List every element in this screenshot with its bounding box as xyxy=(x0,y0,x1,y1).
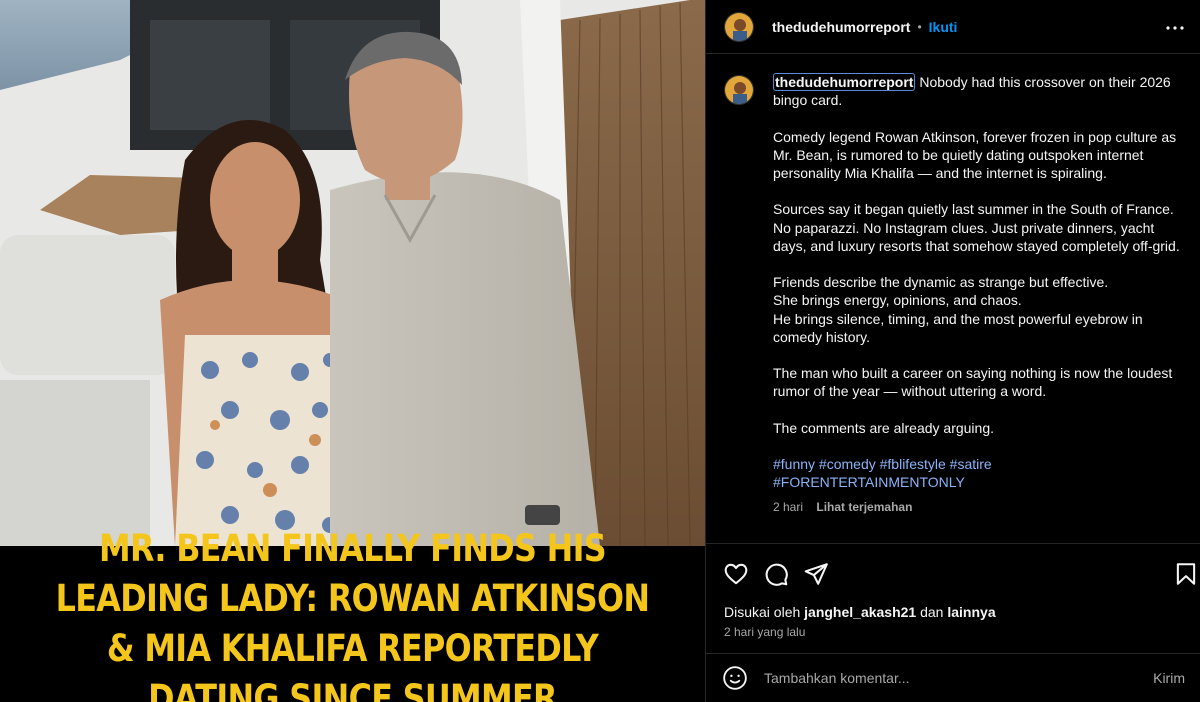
post-comment-button[interactable]: Kirim xyxy=(1153,670,1185,686)
action-bar: Disukai oleh janghel_akash21 dan lainnya… xyxy=(706,543,1200,653)
likes-others-link[interactable]: lainnya xyxy=(947,604,995,620)
comment-bar: Kirim xyxy=(706,653,1200,702)
avatar-image xyxy=(725,12,753,41)
post-panel: thedudehumorreport • Ikuti thedudehumorr… xyxy=(705,0,1200,702)
caption-paragraph: Sources say it began quietly last summer… xyxy=(773,201,1180,254)
comment-icon[interactable] xyxy=(763,561,789,587)
share-icon-svg xyxy=(804,563,828,585)
likes-and: dan xyxy=(920,604,944,620)
post-timestamp: 2 hari yang lalu xyxy=(724,625,806,639)
caption-meta: 2 hari Lihat terjemahan xyxy=(773,498,1185,516)
hashtag-links[interactable]: #funny #comedy #fblifestyle #satire #FOR… xyxy=(773,455,1185,491)
follow-button[interactable]: Ikuti xyxy=(929,19,958,35)
comment-icon-svg xyxy=(765,563,788,586)
caption-avatar-image xyxy=(725,76,753,104)
headline-banner: MR. BEAN FINALLY FINDS HIS LEADING LADY:… xyxy=(0,527,705,702)
heart-icon[interactable] xyxy=(723,561,749,587)
separator-dot: • xyxy=(917,19,922,34)
caption-avatar[interactable] xyxy=(724,75,754,105)
caption-paragraph: Friends describe the dynamic as strange … xyxy=(773,274,1109,291)
caption-username[interactable]: thedudehumorreport xyxy=(773,73,916,91)
comment-input[interactable] xyxy=(764,670,1154,686)
likes-summary: Disukai oleh janghel_akash21 dan lainnya xyxy=(724,604,996,620)
post-media[interactable]: MR. BEAN FINALLY FINDS HIS LEADING LADY:… xyxy=(0,0,705,702)
emoji-smile-icon[interactable] xyxy=(722,665,748,691)
likes-prefix: Disukai oleh xyxy=(724,604,801,620)
heart-icon-svg xyxy=(724,563,748,585)
header-username[interactable]: thedudehumorreport xyxy=(772,19,910,35)
more-horizontal-icon-svg xyxy=(1166,26,1184,30)
avatar[interactable] xyxy=(724,11,754,42)
caption-area: thedudehumorreport Nobody had this cross… xyxy=(706,55,1200,543)
headline-text: MR. BEAN FINALLY FINDS HIS LEADING LADY:… xyxy=(55,527,650,702)
caption-first-paragraph: thedudehumorreport Nobody had this cross… xyxy=(773,73,1185,109)
bookmark-icon-svg xyxy=(1176,563,1196,585)
post-header: thedudehumorreport • Ikuti xyxy=(706,0,1200,54)
see-translation-link[interactable]: Lihat terjemahan xyxy=(816,500,912,514)
post-photo xyxy=(0,0,705,546)
bookmark-icon[interactable] xyxy=(1173,561,1199,587)
emoji-smile-icon-svg xyxy=(723,666,747,690)
liked-by-user-link[interactable]: janghel_akash21 xyxy=(804,604,916,620)
more-horizontal-icon[interactable] xyxy=(1163,16,1187,45)
caption-paragraph: The man who built a career on saying not… xyxy=(773,365,1173,400)
share-icon[interactable] xyxy=(803,561,829,587)
caption-body: thedudehumorreport Nobody had this cross… xyxy=(773,73,1185,516)
caption-paragraph: The comments are already arguing. xyxy=(773,419,994,436)
caption-time: 2 hari xyxy=(773,499,804,514)
caption-paragraph: He brings silence, timing, and the most … xyxy=(773,310,1143,345)
caption-paragraph: Comedy legend Rowan Atkinson, forever fr… xyxy=(773,128,1177,181)
yacht-photo-illustration xyxy=(0,0,705,546)
caption-paragraph: She brings energy, opinions, and chaos. xyxy=(773,292,1022,309)
